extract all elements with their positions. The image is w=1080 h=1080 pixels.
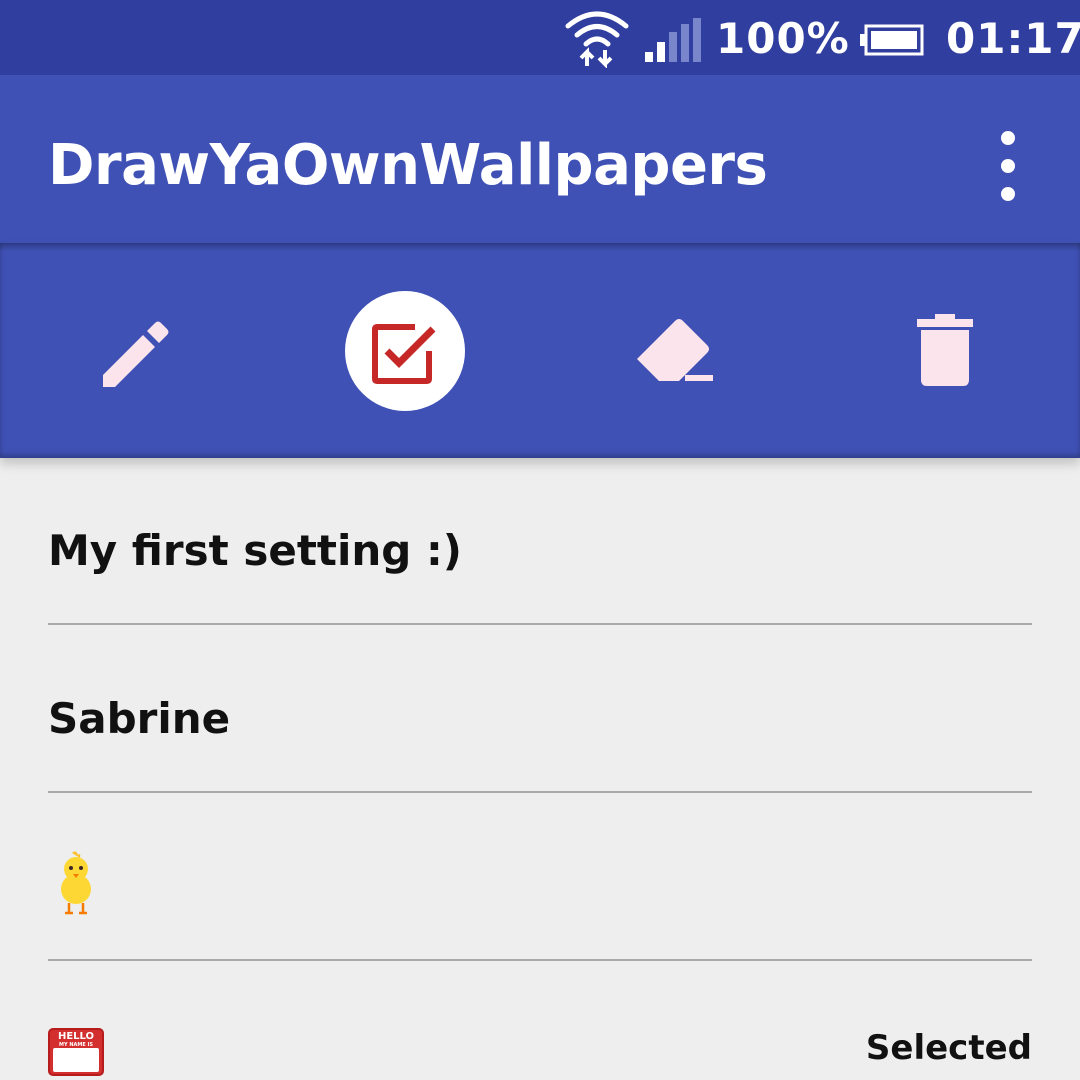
battery-percent: 100% (716, 14, 850, 63)
hello-name-tag-icon: HELLO MY NAME IS (48, 1028, 104, 1076)
selected-status: Selected (865, 1028, 1032, 1068)
drawing-toolbar (0, 243, 1080, 458)
signal-icon (645, 18, 701, 62)
list-item[interactable]: Sabrine (48, 625, 1032, 793)
select-tool-button[interactable] (325, 243, 485, 458)
app-bar: DrawYaOwnWallpapers (0, 75, 1080, 243)
list-item[interactable]: My first setting :) (48, 458, 1032, 625)
pencil-tool-button[interactable] (55, 243, 215, 458)
clock: 01:17 (946, 14, 1080, 63)
active-tool-highlight (345, 290, 465, 411)
appbar-shadow (0, 243, 1080, 251)
checkbox-select-icon (372, 323, 436, 384)
list-item-selected[interactable]: HELLO MY NAME IS Selected (48, 1024, 1032, 1080)
eraser-tool-button[interactable] (595, 243, 755, 458)
battery-icon (860, 24, 924, 56)
eraser-icon (637, 318, 713, 381)
status-bar: 100% 01:17 (0, 0, 1080, 75)
settings-list: My first setting :) Sabrine (48, 458, 1032, 961)
list-item[interactable] (48, 793, 1032, 961)
wifi-data-icon (565, 11, 629, 68)
hello-tag-subtext: MY NAME IS (59, 1042, 93, 1048)
trash-tool-button[interactable] (865, 243, 1025, 458)
list-item-label: Sabrine (48, 694, 231, 743)
trash-icon (917, 313, 973, 386)
chick-emoji-icon (61, 851, 91, 915)
pencil-icon (103, 321, 169, 387)
list-item-label: My first setting :) (48, 526, 462, 575)
hello-tag-text: HELLO (58, 1031, 94, 1042)
overflow-menu-icon[interactable] (986, 131, 1030, 201)
app-title: DrawYaOwnWallpapers (48, 133, 768, 198)
